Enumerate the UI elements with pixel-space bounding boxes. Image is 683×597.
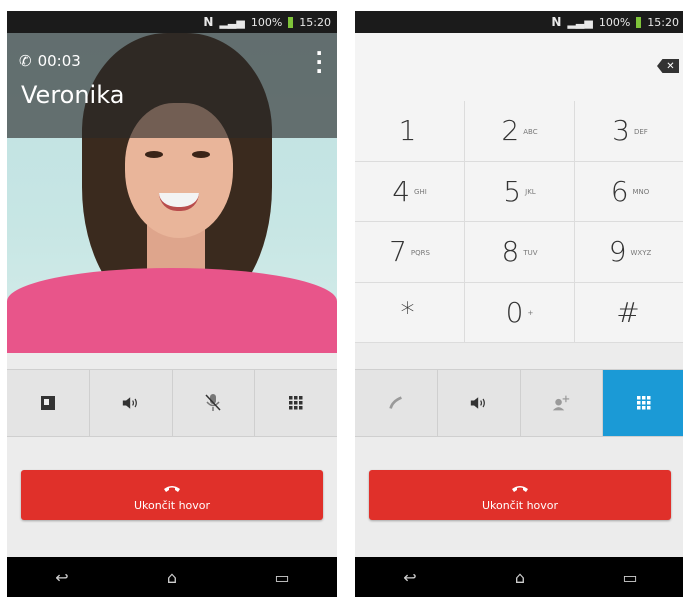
clock: 15:20 — [647, 15, 679, 29]
key-8[interactable]: 8 TUV — [465, 222, 575, 283]
dialpad-icon — [635, 394, 653, 412]
key-0[interactable]: 0 + — [465, 282, 575, 343]
recent-apps-icon[interactable]: ▭ — [600, 568, 660, 587]
nav-bar: ↩ ⌂ ▭ — [7, 557, 337, 597]
more-options-icon[interactable]: · · · — [315, 43, 323, 81]
dialpad-button[interactable] — [603, 370, 683, 436]
key-1[interactable]: 1 — [355, 101, 465, 162]
speaker-icon — [470, 394, 488, 412]
signal-icon: ▂▃▅ — [219, 15, 245, 29]
signal-icon: ▂▃▅ — [567, 15, 593, 29]
dialpad-button[interactable] — [255, 370, 337, 436]
home-icon[interactable]: ⌂ — [490, 568, 550, 587]
speaker-button[interactable] — [437, 370, 521, 436]
key-9[interactable]: 9 WXYZ — [575, 222, 683, 283]
dialpad-screen: N ▂▃▅ 100% 15:20 ✕ 1 2 ABC 3 DEF 4 GHI 5 JKL… — [355, 11, 683, 597]
end-call-label: Ukončit hovor — [481, 499, 559, 512]
key-2[interactable]: 2 ABC — [465, 101, 575, 162]
call-actions-row — [7, 369, 337, 437]
add-call-icon — [552, 394, 570, 412]
call-timer: ✆ 00:03 — [19, 52, 81, 70]
hangup-icon — [511, 478, 529, 497]
call-button[interactable] — [355, 370, 438, 436]
clock: 15:20 — [299, 15, 331, 29]
speaker-button[interactable] — [89, 370, 173, 436]
nfc-icon: N — [203, 15, 214, 29]
end-call-label: Ukončit hovor — [133, 499, 211, 512]
nfc-icon: N — [551, 15, 562, 29]
keypad: 1 2 ABC 3 DEF 4 GHI 5 JKL 6 MNO 7 PQRS 8 TUV 9W… — [355, 101, 683, 343]
key-hash[interactable]: # — [575, 283, 683, 343]
status-bar: N ▂▃▅ 100% 15:20 — [7, 11, 337, 33]
call-duration: 00:03 — [37, 52, 81, 70]
battery-icon — [288, 16, 294, 28]
handset-icon: ✆ — [19, 52, 32, 70]
contact-icon — [39, 394, 57, 412]
key-4[interactable]: 4 GHI — [355, 161, 465, 222]
key-3[interactable]: 3 DEF — [575, 101, 683, 162]
battery-icon — [636, 16, 642, 28]
speaker-icon — [122, 394, 140, 412]
contacts-button[interactable] — [7, 370, 90, 436]
caller-name: Veronika — [21, 81, 125, 109]
home-icon[interactable]: ⌂ — [142, 568, 202, 587]
end-call-button[interactable]: Ukončit hovor — [369, 470, 671, 520]
key-star[interactable]: * — [355, 282, 465, 343]
recent-apps-icon[interactable]: ▭ — [252, 568, 312, 587]
add-call-button[interactable] — [520, 370, 604, 436]
status-bar: N ▂▃▅ 100% 15:20 — [355, 11, 683, 33]
battery-percent: 100% — [598, 15, 631, 29]
mute-mic-icon — [204, 394, 222, 412]
battery-percent: 100% — [250, 15, 283, 29]
nav-bar: ↩ ⌂ ▭ — [355, 557, 683, 597]
back-icon[interactable]: ↩ — [32, 568, 92, 587]
key-7[interactable]: 7 PQRS — [355, 222, 465, 283]
handset-icon — [387, 394, 405, 412]
call-actions-row — [355, 369, 683, 437]
end-call-button[interactable]: Ukončit hovor — [21, 470, 323, 520]
dial-number-field[interactable] — [355, 33, 683, 101]
hangup-icon — [163, 478, 181, 497]
key-6[interactable]: 6 MNO — [575, 162, 683, 222]
dialpad-icon — [287, 394, 305, 412]
back-icon[interactable]: ↩ — [380, 568, 440, 587]
in-call-screen: N ▂▃▅ 100% 15:20 ✆ 00:03 Veronika ··· — [7, 11, 337, 597]
mute-button[interactable] — [172, 370, 256, 436]
key-5[interactable]: 5 JKL — [465, 161, 575, 222]
